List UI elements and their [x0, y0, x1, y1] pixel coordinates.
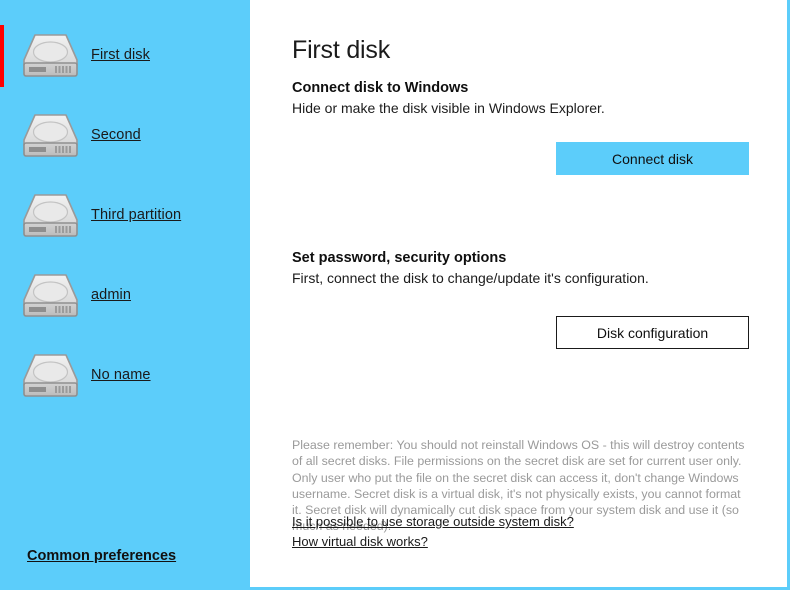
- help-link-how-virtual-disk-works[interactable]: How virtual disk works?: [292, 534, 428, 549]
- title-bar: •••: [500, 0, 790, 36]
- sidebar-item-first-disk[interactable]: First disk: [0, 15, 250, 95]
- sidebar-item-label: admin: [91, 287, 131, 303]
- section-heading-connect: Connect disk to Windows: [292, 80, 469, 96]
- section-subtitle-security: First, connect the disk to change/update…: [292, 270, 649, 286]
- common-preferences-link[interactable]: Common preferences: [27, 548, 176, 564]
- sidebar: First disk Second Third partition admin …: [0, 0, 250, 590]
- section-subtitle-connect: Hide or make the disk visible in Windows…: [292, 100, 605, 116]
- sidebar-item-admin[interactable]: admin: [0, 255, 250, 335]
- hard-disk-icon: [22, 32, 79, 79]
- hard-disk-icon: [22, 112, 79, 159]
- sidebar-item-third-partition[interactable]: Third partition: [0, 175, 250, 255]
- sidebar-item-label: Second: [91, 127, 141, 143]
- selection-indicator: [0, 25, 4, 87]
- section-heading-security: Set password, security options: [292, 250, 507, 266]
- page-title: First disk: [292, 36, 391, 64]
- application-window: First disk Second Third partition admin …: [0, 0, 790, 590]
- connect-disk-button[interactable]: Connect disk: [556, 142, 749, 175]
- sidebar-item-no-name[interactable]: No name: [0, 335, 250, 415]
- help-link-storage-outside-system-disk[interactable]: Is it possible to use storage outside sy…: [292, 514, 574, 529]
- sidebar-item-second[interactable]: Second: [0, 95, 250, 175]
- sidebar-item-label: First disk: [91, 47, 150, 63]
- sidebar-item-label: No name: [91, 367, 151, 383]
- hard-disk-icon: [22, 352, 79, 399]
- main-content: ••• First disk Connect disk to Windows H…: [250, 0, 787, 587]
- sidebar-item-label: Third partition: [91, 207, 182, 223]
- disk-configuration-button[interactable]: Disk configuration: [556, 316, 749, 349]
- hard-disk-icon: [22, 272, 79, 319]
- hard-disk-icon: [22, 192, 79, 239]
